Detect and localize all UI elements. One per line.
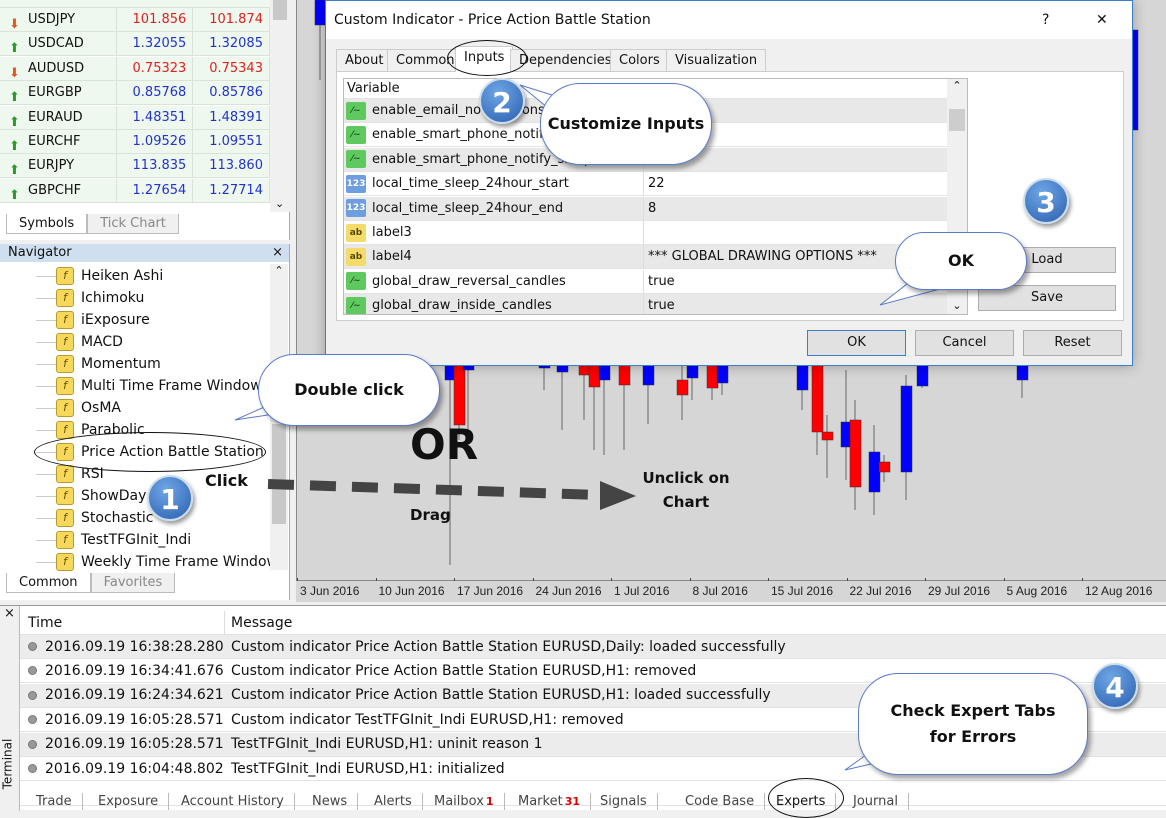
or-label: OR xyxy=(410,420,479,469)
highlight-indicator xyxy=(34,432,266,472)
step-2-badge: 2 xyxy=(479,78,525,124)
highlight-experts-tab xyxy=(768,778,844,818)
highlight-inputs-tab xyxy=(447,40,527,76)
callout-check-experts: Check Expert Tabs for Errors xyxy=(858,673,1088,775)
step-1-badge: 1 xyxy=(147,475,193,521)
step-4-badge: 4 xyxy=(1092,663,1138,709)
unclick-label: Unclick on Chart xyxy=(642,469,730,511)
drag-label: Drag xyxy=(410,506,451,524)
callout-double-click: Double click xyxy=(258,354,440,426)
step-3-badge: 3 xyxy=(1023,178,1069,224)
drag-arrow-line xyxy=(267,479,601,500)
callout-customize-inputs: Customize Inputs xyxy=(540,83,712,165)
click-label: Click xyxy=(205,471,248,490)
callout-ok: OK xyxy=(895,232,1027,290)
